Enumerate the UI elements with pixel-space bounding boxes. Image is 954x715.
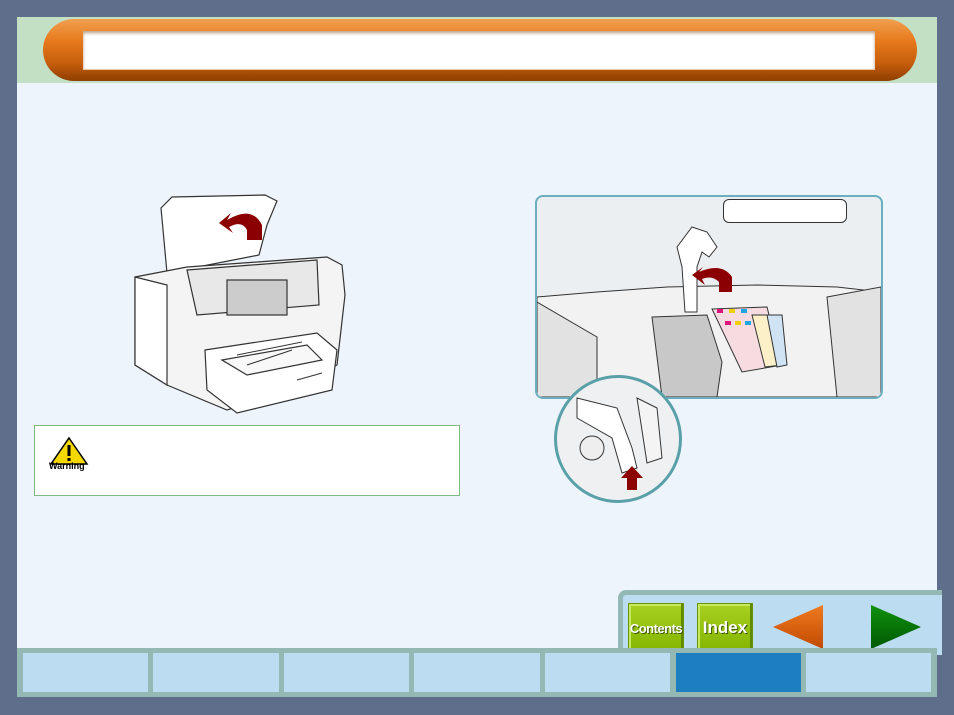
section-tab-3[interactable] <box>284 653 409 692</box>
printer-open-cover-illustration <box>134 194 346 414</box>
section-tab-5[interactable] <box>545 653 670 692</box>
header-band <box>17 17 937 83</box>
page: Warning Contents Index <box>17 17 942 697</box>
index-button[interactable]: Index <box>697 603 753 653</box>
nav-panel: Contents Index <box>618 590 942 655</box>
cartridge-lever-illustration <box>535 195 883 399</box>
warning-box: Warning <box>34 425 460 496</box>
previous-page-button[interactable] <box>771 603 825 651</box>
contents-button[interactable]: Contents <box>628 603 684 653</box>
title-bar <box>43 19 917 81</box>
section-tab-4[interactable] <box>414 653 540 692</box>
left-arrow-icon <box>773 605 823 649</box>
callout-bubble <box>723 199 847 223</box>
warning-label: Warning <box>49 461 85 471</box>
page-title <box>83 31 875 69</box>
lever-detail-drawing <box>576 397 663 490</box>
section-tab-2[interactable] <box>153 653 279 692</box>
section-tab-6-active[interactable] <box>676 653 801 692</box>
section-tab-bar <box>17 648 937 697</box>
section-tab-1[interactable] <box>23 653 148 692</box>
right-arrow-icon <box>871 605 921 649</box>
cartridge-drawing <box>537 226 881 397</box>
lever-detail-circle <box>554 375 682 503</box>
next-page-button[interactable] <box>869 603 923 651</box>
section-tab-7[interactable] <box>806 653 931 692</box>
